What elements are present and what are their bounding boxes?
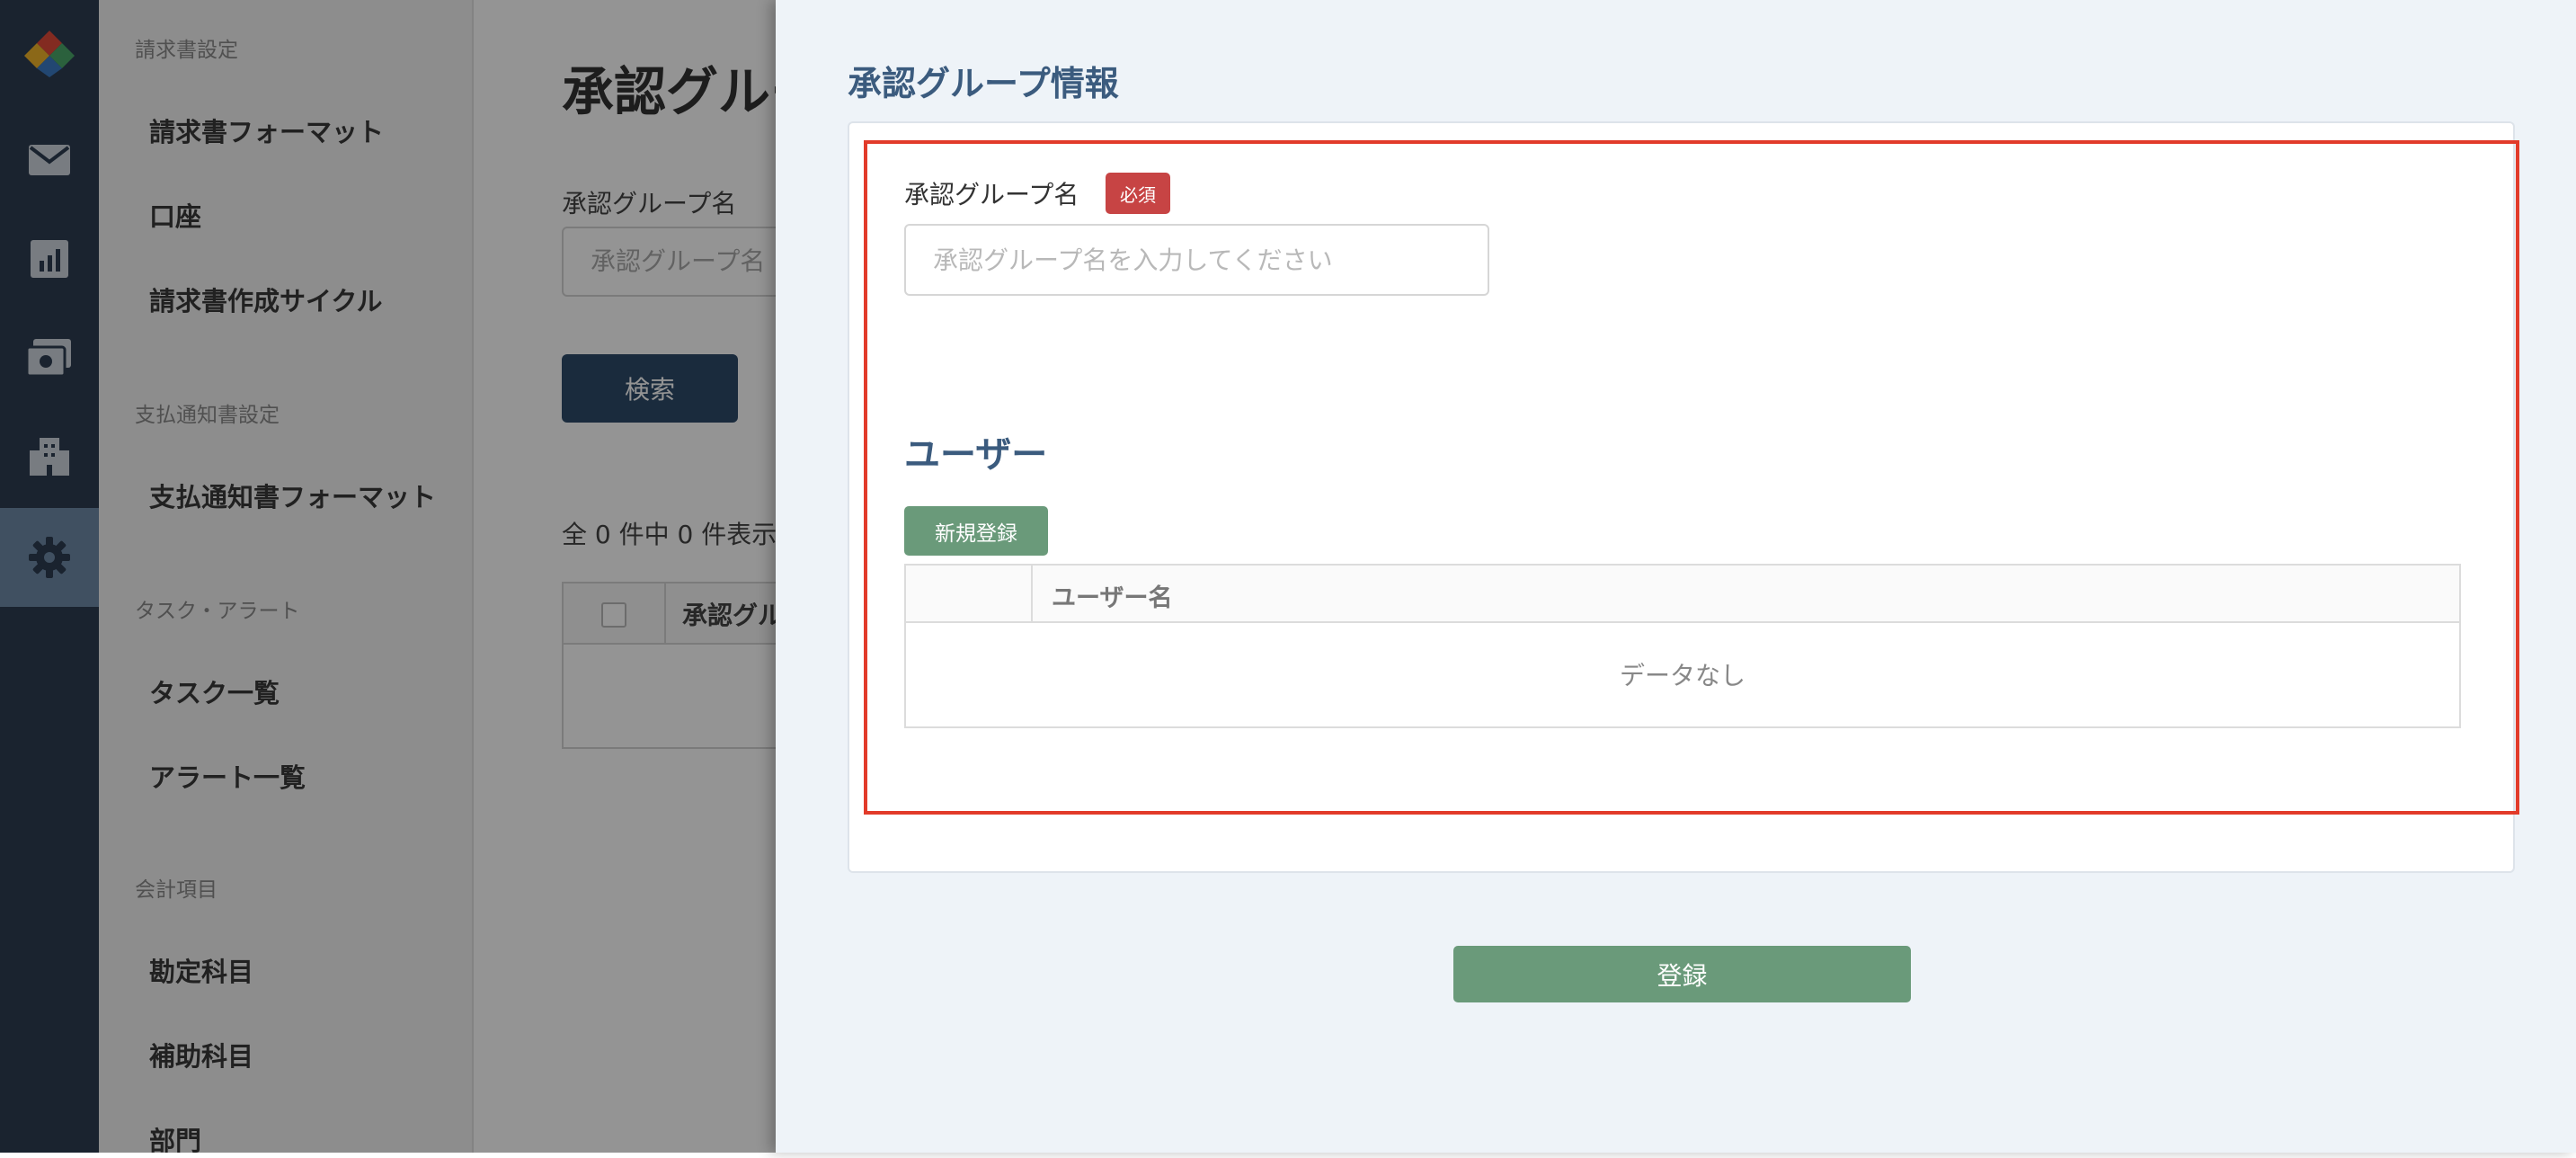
empty-state-text: データなし xyxy=(1619,660,1745,690)
drawer-title: 承認グループ情報 xyxy=(848,64,1119,103)
approval-group-drawer: 承認グループ情報 承認グループ名 必須 ユーザー 新規登録 ユーザー名 データな… xyxy=(776,0,2576,1153)
group-name-label: 承認グループ名 xyxy=(904,180,1079,209)
table-header: ユーザー名 xyxy=(906,566,2459,623)
column-divider xyxy=(1031,566,1033,621)
register-button[interactable]: 登録 xyxy=(1453,946,1911,1002)
group-name-input[interactable] xyxy=(904,224,1489,296)
user-name-column-header: ユーザー名 xyxy=(1052,584,1173,612)
new-user-button[interactable]: 新規登録 xyxy=(904,506,1048,556)
users-heading: ユーザー xyxy=(904,434,1048,476)
required-badge: 必須 xyxy=(1106,173,1170,214)
user-table: ユーザー名 データなし xyxy=(904,564,2461,728)
